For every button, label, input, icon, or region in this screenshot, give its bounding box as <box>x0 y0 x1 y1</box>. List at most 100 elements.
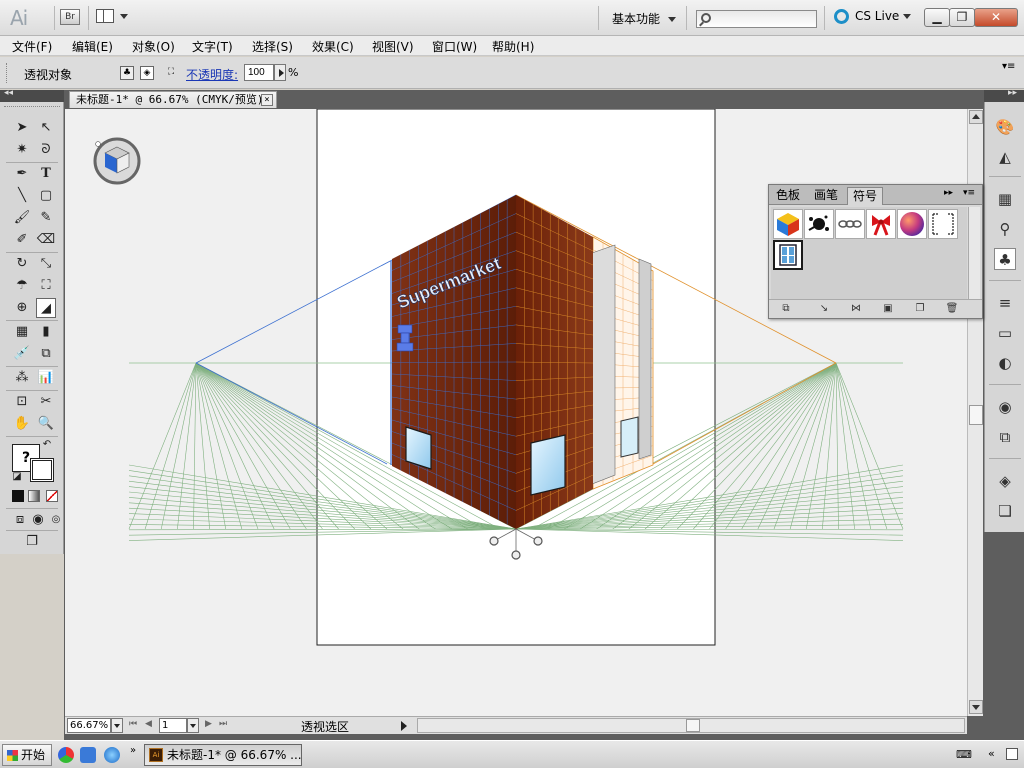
break-link-icon[interactable]: ⋈ <box>849 303 863 315</box>
status-text[interactable]: 透视选区 <box>301 718 349 735</box>
menu-type[interactable]: 文字(T) <box>192 38 233 55</box>
menu-file[interactable]: 文件(F) <box>12 38 52 55</box>
screen-mode-icon[interactable]: ❐ <box>22 532 42 552</box>
control-panel-menu-icon[interactable]: ▾≡ <box>1002 61 1015 72</box>
chrome-icon[interactable] <box>58 747 74 763</box>
quicklaunch-more-icon[interactable]: » <box>130 745 136 756</box>
layers-icon[interactable]: ◈ <box>994 470 1016 492</box>
dock-header[interactable]: ▸▸ <box>984 88 1024 102</box>
workspace-switcher[interactable]: 基本功能 <box>612 10 677 27</box>
shape-builder-tool-icon[interactable]: ⊕ <box>12 298 32 318</box>
start-button[interactable]: 开始 <box>2 744 52 766</box>
opacity-slider-button[interactable] <box>274 64 286 81</box>
gradient-tool-icon[interactable]: ▮ <box>36 322 56 342</box>
zoom-field[interactable]: 66.67% <box>67 718 111 733</box>
type-tool-icon[interactable]: T <box>36 164 56 184</box>
delete-symbol-icon[interactable]: 🗑 <box>945 303 959 315</box>
close-button[interactable]: ✕ <box>974 8 1018 27</box>
draw-normal-icon[interactable]: ⧈ <box>10 510 30 530</box>
color-mode-icon[interactable] <box>12 490 24 502</box>
ink-splat-symbol[interactable] <box>804 209 834 239</box>
tab-symbols[interactable]: 符号 <box>847 187 884 205</box>
ribbon-bow-symbol[interactable] <box>866 209 896 239</box>
artboard-tool-icon[interactable]: ⊡ <box>12 392 32 412</box>
draw-inside-icon[interactable]: ◎ <box>46 510 66 530</box>
swap-colors-icon[interactable]: ↶ <box>40 438 54 452</box>
graphic-styles-icon[interactable]: ⧉ <box>994 426 1016 448</box>
chain-symbol[interactable] <box>835 209 865 239</box>
close-tab-icon[interactable]: × <box>261 94 273 106</box>
panel-grip[interactable] <box>4 106 60 110</box>
perspective-plane-icon[interactable]: ♣ <box>120 66 134 80</box>
menu-select[interactable]: 选择(S) <box>252 38 293 55</box>
rubik-cube-symbol[interactable] <box>773 209 803 239</box>
next-artboard-icon[interactable]: ▶ <box>205 719 212 729</box>
blend-tool-icon[interactable]: ⧉ <box>36 344 56 364</box>
free-transform-tool-icon[interactable]: ⛶ <box>36 276 56 296</box>
none-mode-icon[interactable] <box>46 490 58 502</box>
symbol-options-icon[interactable]: ▣ <box>881 303 895 315</box>
stroke-icon[interactable]: ≡ <box>994 292 1016 314</box>
color-guide-icon[interactable]: ◭ <box>994 146 1016 168</box>
document-tab[interactable]: 未标题-1* @ 66.67% (CMYK/预览) × <box>69 91 277 108</box>
transform-icon[interactable]: ⛶ <box>164 66 178 80</box>
swatches-icon[interactable]: ▦ <box>994 188 1016 210</box>
cs-live-menu[interactable]: CS Live <box>834 9 912 24</box>
panel-menu-icon[interactable]: ▾≡ <box>963 188 975 198</box>
default-colors-icon[interactable]: ◪ <box>10 470 24 484</box>
perspective-grid-widget[interactable] <box>93 137 141 185</box>
zoom-dropdown[interactable] <box>111 718 123 733</box>
artboards-icon[interactable]: ❏ <box>994 500 1016 522</box>
scroll-down-button[interactable] <box>969 700 983 714</box>
menu-edit[interactable]: 编辑(E) <box>72 38 113 55</box>
artboard-number-field[interactable]: 1 <box>159 718 187 733</box>
color-palette-icon[interactable]: 🎨 <box>994 116 1016 138</box>
new-symbol-icon[interactable]: ❐ <box>913 303 927 315</box>
blob-brush-tool-icon[interactable]: ✐ <box>12 230 32 250</box>
window-symbol[interactable] <box>773 240 803 270</box>
symbols-scrollbar[interactable] <box>968 207 980 299</box>
prev-artboard-icon[interactable]: ◀ <box>145 719 152 729</box>
scale-tool-icon[interactable]: ⤡ <box>36 254 56 274</box>
draw-behind-icon[interactable]: ◉ <box>28 510 48 530</box>
status-menu-icon[interactable] <box>401 721 407 731</box>
scroll-thumb[interactable] <box>969 405 983 425</box>
direct-selection-tool-icon[interactable]: ↖ <box>36 118 56 138</box>
keyboard-icon[interactable]: ⌨ <box>956 748 972 761</box>
selection-tool-icon[interactable]: ➤ <box>12 118 32 138</box>
brushes-icon[interactable]: ⚲ <box>994 218 1016 240</box>
tab-brushes[interactable]: 画笔 <box>809 187 843 205</box>
taskbar-illustrator-item[interactable]: Ai 未标题-1* @ 66.67% ... <box>144 744 302 766</box>
pen-tool-icon[interactable]: ✒ <box>12 164 32 184</box>
bridge-button[interactable]: Br <box>60 9 80 25</box>
collapse-panel-icon[interactable]: ▸▸ <box>944 188 953 198</box>
rotate-tool-icon[interactable]: ↻ <box>12 254 32 274</box>
scroll-thumb[interactable] <box>686 719 700 732</box>
menu-view[interactable]: 视图(V) <box>372 38 414 55</box>
scroll-up-button[interactable] <box>969 110 983 124</box>
symbols-icon[interactable]: ♣ <box>994 248 1016 270</box>
eyedropper-tool-icon[interactable]: 💉 <box>12 344 32 364</box>
help-search-box[interactable] <box>696 10 817 28</box>
appearance-icon[interactable]: ◉ <box>994 396 1016 418</box>
minimize-button[interactable]: ▁ <box>924 8 950 27</box>
place-symbol-icon[interactable]: ↘ <box>817 303 831 315</box>
artboard-dropdown[interactable] <box>187 718 199 733</box>
opacity-label[interactable]: 不透明度: <box>186 66 238 83</box>
sphere-symbol[interactable] <box>897 209 927 239</box>
symbols-panel-header[interactable]: 色板 画笔 符号 ▸▸ ▾≡ <box>769 185 982 205</box>
first-artboard-icon[interactable]: ⏮ <box>129 719 137 729</box>
column-graph-tool-icon[interactable]: 📊 <box>36 368 56 388</box>
slice-tool-icon[interactable]: ✂ <box>36 392 56 412</box>
magic-wand-tool-icon[interactable]: ✷ <box>12 140 32 160</box>
tools-panel-header[interactable]: ◂◂ <box>0 88 64 102</box>
explorer-icon[interactable] <box>80 747 96 763</box>
show-hidden-icons[interactable]: « <box>988 747 995 760</box>
lasso-tool-icon[interactable]: ᘐ <box>36 140 56 160</box>
internet-explorer-icon[interactable] <box>104 747 120 763</box>
restore-button[interactable]: ❐ <box>949 8 975 27</box>
perspective-selection-tool-icon[interactable]: ◢ <box>36 298 56 318</box>
opacity-field[interactable] <box>244 64 274 81</box>
line-tool-icon[interactable]: ╲ <box>12 186 32 206</box>
menu-object[interactable]: 对象(O) <box>132 38 175 55</box>
